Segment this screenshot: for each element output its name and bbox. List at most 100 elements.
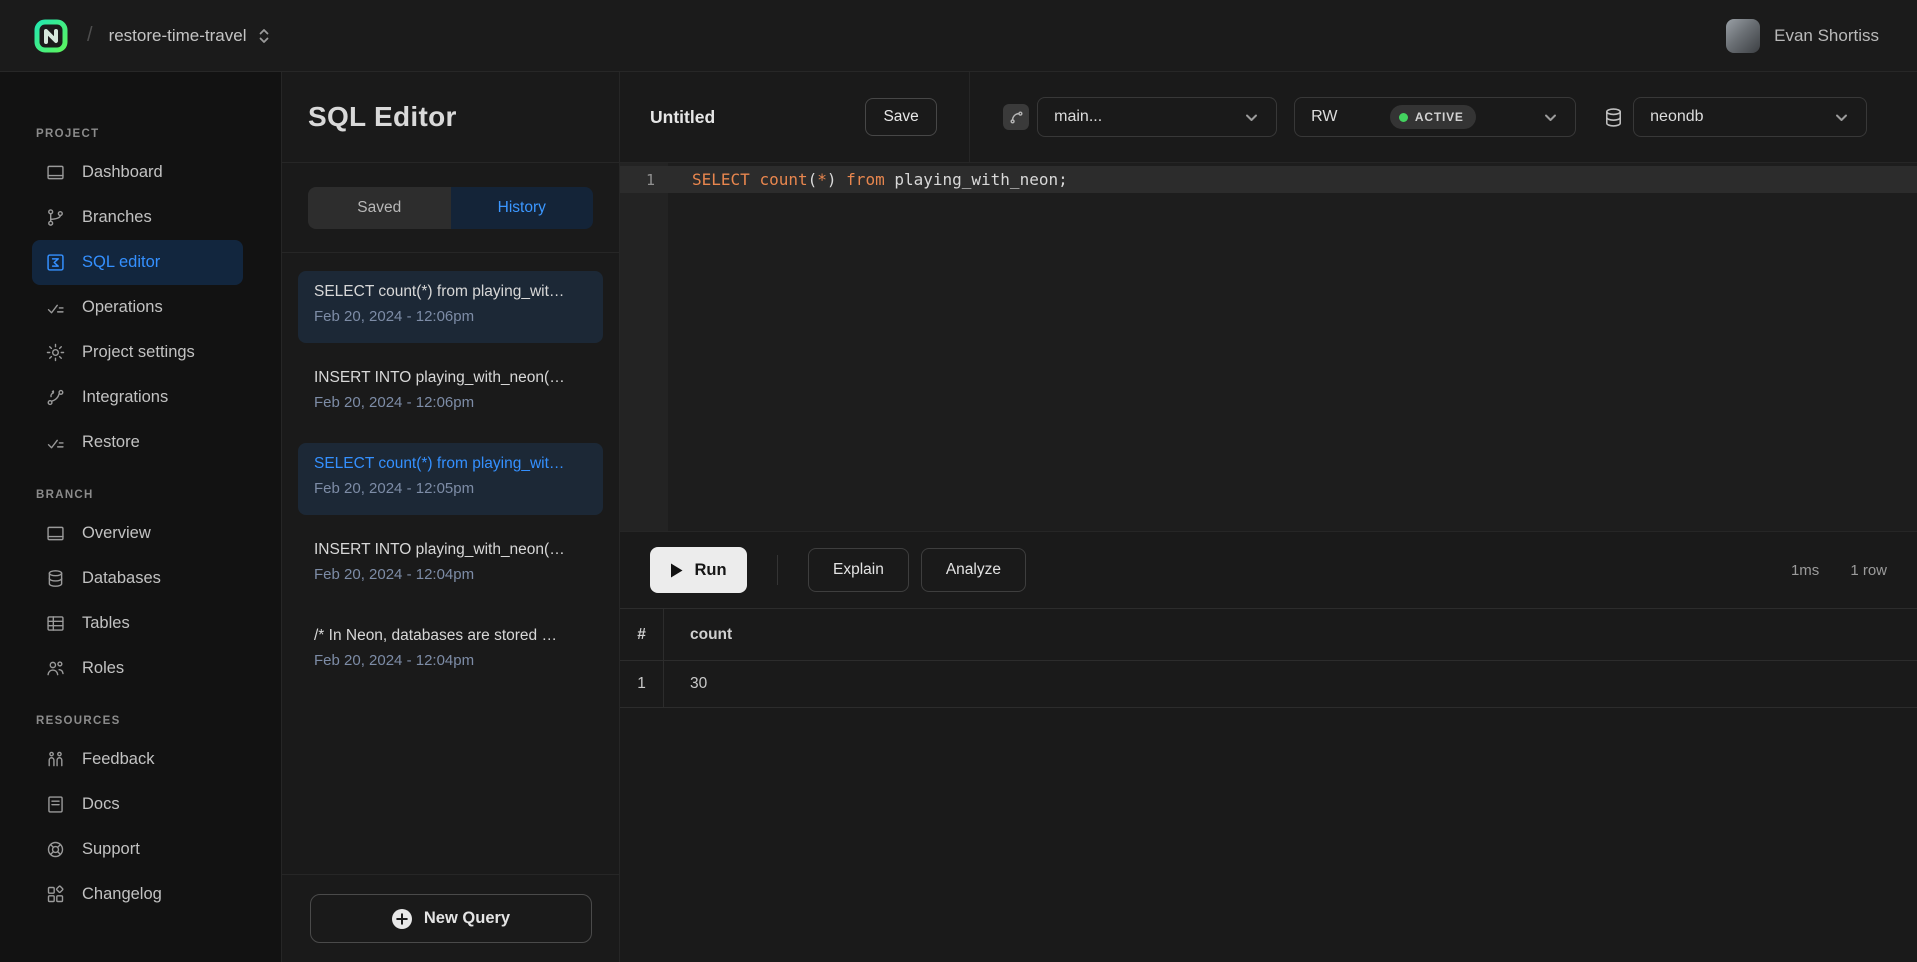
sidebar-section-project: PROJECT bbox=[0, 128, 281, 140]
operations-icon bbox=[45, 297, 66, 318]
tab-history[interactable]: History bbox=[451, 187, 594, 229]
history-query-text: SELECT count(*) from playing_wit… bbox=[314, 455, 587, 473]
actions-divider bbox=[777, 555, 778, 585]
sidebar-item-overview[interactable]: Overview bbox=[32, 511, 243, 556]
analyze-button[interactable]: Analyze bbox=[921, 548, 1026, 592]
sidebar-item-label: Databases bbox=[82, 569, 161, 588]
history-item[interactable]: INSERT INTO playing_with_neon(… Feb 20, … bbox=[298, 529, 603, 601]
sidebar-item-label: Roles bbox=[82, 659, 124, 678]
database-icon bbox=[1602, 106, 1625, 129]
branch-select[interactable]: main... bbox=[1037, 97, 1277, 137]
integrations-icon bbox=[45, 387, 66, 408]
databases-icon bbox=[45, 568, 66, 589]
editor-toolbar: Untitled Save main... RW ACTIVE bbox=[620, 72, 1917, 163]
explain-button[interactable]: Explain bbox=[808, 548, 909, 592]
avatar[interactable] bbox=[1726, 19, 1760, 53]
settings-icon bbox=[45, 342, 66, 363]
history-query-text: /* In Neon, databases are stored … bbox=[314, 627, 587, 645]
line-number: 1 bbox=[620, 171, 668, 189]
breadcrumb-separator: / bbox=[87, 24, 93, 47]
support-icon bbox=[45, 839, 66, 860]
sidebar-item-changelog[interactable]: Changelog bbox=[32, 872, 243, 917]
sidebar-item-operations[interactable]: Operations bbox=[32, 285, 243, 330]
sidebar-item-databases[interactable]: Databases bbox=[32, 556, 243, 601]
history-query-text: INSERT INTO playing_with_neon(… bbox=[314, 541, 587, 559]
overview-icon bbox=[45, 523, 66, 544]
sql-token: ( bbox=[808, 170, 818, 189]
sidebar-item-label: Integrations bbox=[82, 388, 168, 407]
sidebar-item-dashboard[interactable]: Dashboard bbox=[32, 150, 243, 195]
play-icon bbox=[670, 563, 683, 578]
sidebar-item-branches[interactable]: Branches bbox=[32, 195, 243, 240]
sidebar-item-restore[interactable]: Restore bbox=[32, 420, 243, 465]
sidebar-item-support[interactable]: Support bbox=[32, 827, 243, 872]
history-timestamp: Feb 20, 2024 - 12:06pm bbox=[314, 308, 587, 325]
sidebar-item-label: Support bbox=[82, 840, 140, 859]
branch-selected-value: main... bbox=[1054, 108, 1102, 126]
history-item[interactable]: SELECT count(*) from playing_wit… Feb 20… bbox=[298, 271, 603, 343]
saved-history-toggle: Saved History bbox=[308, 187, 593, 229]
editor-active-line[interactable]: 1 SELECT count(*) from playing_with_neon… bbox=[620, 166, 1917, 193]
sidebar-item-label: Overview bbox=[82, 524, 151, 543]
sidebar-item-project-settings[interactable]: Project settings bbox=[32, 330, 243, 375]
docs-icon bbox=[45, 794, 66, 815]
sql-editor-panel: SQL Editor Saved History SELECT count(*)… bbox=[282, 72, 620, 962]
sidebar-item-tables[interactable]: Tables bbox=[32, 601, 243, 646]
user-name[interactable]: Evan Shortiss bbox=[1774, 26, 1879, 46]
sidebar-item-label: SQL editor bbox=[82, 253, 160, 272]
editor-gutter bbox=[620, 163, 668, 531]
dashboard-icon bbox=[45, 162, 66, 183]
query-row-count: 1 row bbox=[1850, 562, 1887, 579]
sidebar-item-sql-editor[interactable]: SQL editor bbox=[32, 240, 243, 285]
history-item[interactable]: INSERT INTO playing_with_neon(… Feb 20, … bbox=[298, 357, 603, 429]
neon-console: / restore-time-travel Evan Shortiss PROJ… bbox=[0, 0, 1917, 962]
sidebar: PROJECT Dashboard Branches bbox=[0, 72, 282, 962]
branches-icon bbox=[45, 207, 66, 228]
active-status-label: ACTIVE bbox=[1415, 110, 1464, 124]
sidebar-item-label: Branches bbox=[82, 208, 152, 227]
new-query-label: New Query bbox=[424, 909, 510, 928]
panel-footer: New Query bbox=[282, 874, 619, 962]
tab-saved[interactable]: Saved bbox=[308, 187, 451, 229]
database-select[interactable]: neondb bbox=[1633, 97, 1867, 137]
project-switcher-chevrons-icon[interactable] bbox=[257, 26, 271, 46]
restore-icon bbox=[45, 432, 66, 453]
top-bar: / restore-time-travel Evan Shortiss bbox=[0, 0, 1917, 72]
table-row[interactable]: 1 30 bbox=[620, 661, 1917, 708]
sidebar-item-docs[interactable]: Docs bbox=[32, 782, 243, 827]
query-doc-title: Untitled bbox=[650, 107, 715, 128]
sql-editor-icon bbox=[45, 252, 66, 273]
history-item[interactable]: /* In Neon, databases are stored … Feb 2… bbox=[298, 615, 603, 687]
results-cell-index: 1 bbox=[620, 661, 664, 707]
run-button[interactable]: Run bbox=[650, 547, 747, 593]
history-query-text: INSERT INTO playing_with_neon(… bbox=[314, 369, 587, 387]
history-timestamp: Feb 20, 2024 - 12:06pm bbox=[314, 394, 587, 411]
results-table-header: # count bbox=[620, 608, 1917, 661]
sql-token: playing_with_neon; bbox=[885, 170, 1068, 189]
database-selected-value: neondb bbox=[1650, 108, 1703, 126]
tables-icon bbox=[45, 613, 66, 634]
breadcrumb-project-name[interactable]: restore-time-travel bbox=[109, 26, 247, 46]
chevron-down-icon bbox=[1243, 109, 1260, 126]
code-editor[interactable]: 1 SELECT count(*) from playing_with_neon… bbox=[620, 163, 1917, 532]
sidebar-item-integrations[interactable]: Integrations bbox=[32, 375, 243, 420]
results-col-index: # bbox=[620, 609, 664, 660]
sql-token bbox=[837, 170, 847, 189]
sidebar-item-label: Changelog bbox=[82, 885, 162, 904]
compute-select[interactable]: RW ACTIVE bbox=[1294, 97, 1576, 137]
query-history-list: SELECT count(*) from playing_wit… Feb 20… bbox=[282, 253, 619, 719]
sidebar-item-feedback[interactable]: Feedback bbox=[32, 737, 243, 782]
sidebar-item-label: Tables bbox=[82, 614, 130, 633]
sidebar-item-label: Feedback bbox=[82, 750, 154, 769]
sql-code-line: SELECT count(*) from playing_with_neon; bbox=[668, 170, 1068, 189]
panel-tabs: Saved History bbox=[282, 163, 619, 253]
neon-logo-icon[interactable] bbox=[33, 18, 69, 54]
status-badge: ACTIVE bbox=[1390, 105, 1476, 129]
execution-stats: 1ms 1 row bbox=[1791, 562, 1887, 579]
plus-icon bbox=[391, 908, 413, 930]
new-query-button[interactable]: New Query bbox=[310, 894, 592, 943]
chevron-down-icon bbox=[1542, 109, 1559, 126]
history-item-selected[interactable]: SELECT count(*) from playing_wit… Feb 20… bbox=[298, 443, 603, 515]
save-button[interactable]: Save bbox=[865, 98, 937, 136]
sidebar-item-roles[interactable]: Roles bbox=[32, 646, 243, 691]
